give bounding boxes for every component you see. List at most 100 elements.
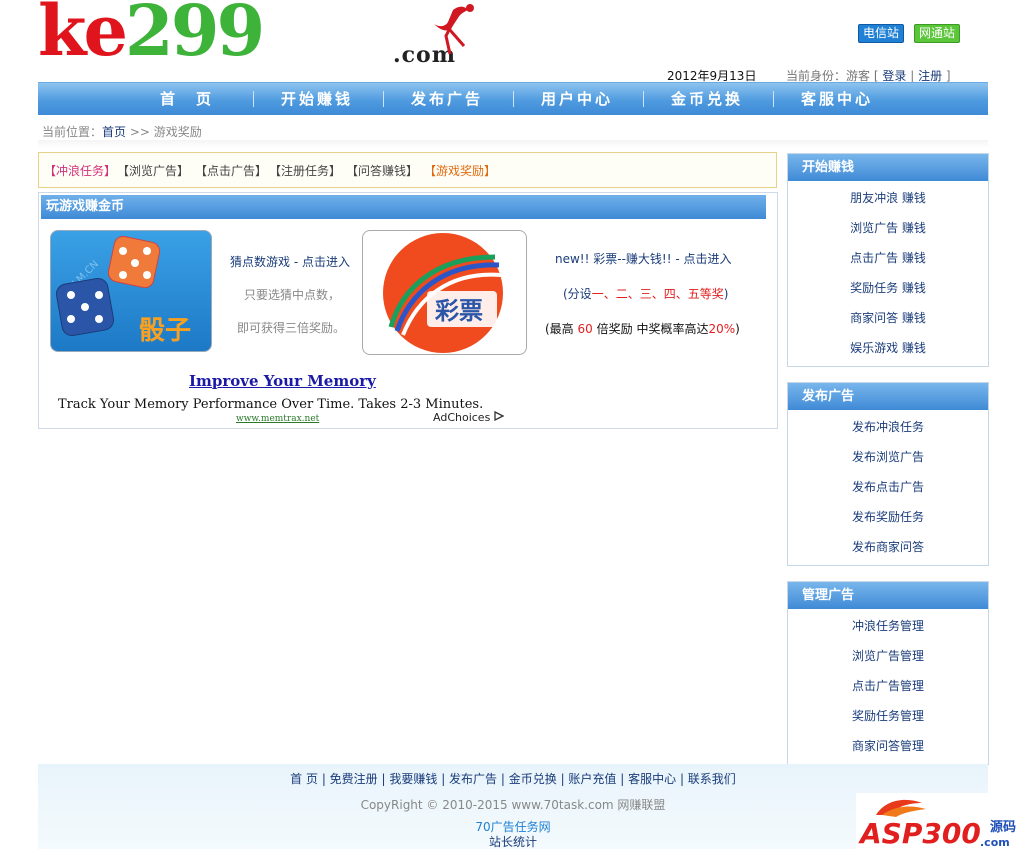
dice-icon: IMLM.CN 骰子	[55, 235, 191, 346]
footer-stats-link[interactable]: 站长统计	[38, 833, 988, 850]
main-nav: 首 页 开始赚钱 发布广告 用户中心 金币兑换 客服中心	[38, 82, 988, 115]
lottery-odds-text: 倍奖励 中奖概率高达	[596, 322, 709, 336]
breadcrumb-arrow: >>	[129, 125, 150, 139]
footer-link-service[interactable]: 客服中心	[628, 772, 676, 786]
task-links-bar: 【冲浪任务】 【浏览广告】 【点击广告】 【注册任务】 【问答赚钱】 【游戏奖励…	[38, 152, 777, 188]
nav-home[interactable]: 首 页	[122, 83, 252, 115]
task-surf-link[interactable]: 【冲浪任务】	[44, 162, 116, 179]
sidebar-manage-item[interactable]: 奖励任务管理	[788, 701, 988, 731]
nav-coin-exchange[interactable]: 金币兑换	[642, 83, 772, 115]
games-panel-title: 玩游戏赚金币	[41, 195, 766, 219]
task-game-reward-link[interactable]: 【游戏奖励】	[424, 162, 496, 179]
login-link[interactable]: 登录	[882, 69, 906, 83]
games-panel: 玩游戏赚金币 IMLM.CN 骰子 猜点数游戏 - 点击进入 只要选猜中点数， …	[38, 192, 778, 429]
breadcrumb-home-link[interactable]: 首页	[102, 125, 126, 139]
task-register-link[interactable]: 【注册任务】	[269, 162, 341, 179]
adchoices-icon	[494, 410, 505, 422]
lottery-game-link[interactable]: new!! 彩票--赚大钱!! - 点击进入	[555, 250, 731, 267]
lottery-game-image[interactable]: 彩票	[362, 230, 527, 355]
identity-bracket-close: ]	[945, 69, 951, 83]
footer-link-register[interactable]: 免费注册	[330, 772, 378, 786]
sidebar-manage-item[interactable]: 冲浪任务管理	[788, 611, 988, 641]
sidebar-earn-item[interactable]: 朋友冲浪 赚钱	[788, 183, 988, 213]
sidebar-manage-title: 管理广告	[788, 582, 988, 610]
adchoices-label: AdChoices	[433, 411, 491, 424]
footer-link-publish[interactable]: 发布广告	[449, 772, 497, 786]
sidebar-publish-title: 发布广告	[788, 383, 988, 411]
dice-game-desc-1: 只要选猜中点数，	[244, 288, 341, 302]
ad-title-link[interactable]: Improve Your Memory	[189, 372, 376, 390]
sidebar-earn-item[interactable]: 点击广告 赚钱	[788, 243, 988, 273]
sidebar-publish-item[interactable]: 发布冲浪任务	[788, 412, 988, 442]
sidebar-publish-item[interactable]: 发布浏览广告	[788, 442, 988, 472]
footer-link-exchange[interactable]: 金币兑换	[509, 772, 557, 786]
nav-user-center[interactable]: 用户中心	[512, 83, 642, 115]
footer-links: 首 页 | 免费注册 | 我要赚钱 | 发布广告 | 金币兑换 | 账户充值 |…	[290, 772, 736, 786]
sidebar-earn-title: 开始赚钱	[788, 154, 988, 182]
identity-label: 当前身份：游客	[786, 69, 871, 83]
sidebar-publish-item[interactable]: 发布点击广告	[788, 472, 988, 502]
sidebar-earn-item[interactable]: 商家问答 赚钱	[788, 303, 988, 333]
sidebar-earn-item[interactable]: 奖励任务 赚钱	[788, 273, 988, 303]
lottery-odds-prefix: (最高	[545, 322, 574, 336]
dice-logo-text: 骰子	[139, 316, 191, 346]
nav-customer-service[interactable]: 客服中心	[772, 83, 902, 115]
logo-part-299: 299	[125, 0, 265, 72]
lottery-odds-close: )	[735, 322, 740, 336]
sidebar-manage-item[interactable]: 点击广告管理	[788, 671, 988, 701]
lottery-logo-text: 彩票	[434, 297, 483, 325]
lottery-odds: (最高 60 倍奖励 中奖概率高达20%)	[545, 320, 740, 337]
sidebar-manage-box: 管理广告 冲浪任务管理 浏览广告管理 点击广告管理 奖励任务管理 商家问答管理	[787, 581, 989, 765]
logo-wordmark: ke299	[38, 0, 265, 66]
dice-game-image[interactable]: IMLM.CN 骰子	[50, 230, 212, 352]
ad-description: Track Your Memory Performance Over Time.…	[58, 397, 488, 412]
sidebar-manage-item[interactable]: 商家问答管理	[788, 731, 988, 761]
watermark-flame-icon: ASP300 源码 .com	[856, 793, 1016, 850]
lottery-prizes-open: (分设	[563, 287, 592, 301]
dice-game-link[interactable]: 猜点数游戏 - 点击进入	[230, 253, 350, 270]
lottery-prizes: (分设一、二、三、四、五等奖)	[563, 285, 728, 302]
breadcrumb-divider	[38, 140, 988, 148]
lottery-prizes-close: )	[723, 287, 729, 301]
footer-link-home[interactable]: 首 页	[290, 772, 318, 786]
sidebar-manage-item[interactable]: 浏览广告管理	[788, 641, 988, 671]
identity-bracket-open: [	[873, 69, 879, 83]
breadcrumb-current: 游戏奖励	[153, 125, 202, 139]
footer-link-contact[interactable]: 联系我们	[688, 772, 736, 786]
telecom-site-button[interactable]: 电信站	[858, 24, 905, 43]
sidebar-publish-box: 发布广告 发布冲浪任务 发布浏览广告 发布点击广告 发布奖励任务 发布商家问答	[787, 382, 989, 566]
dice-game-desc-2: 即可获得三倍奖励。	[237, 321, 346, 335]
sidebar-earn-item[interactable]: 浏览广告 赚钱	[788, 213, 988, 243]
task-click-ads-link[interactable]: 【点击广告】	[195, 162, 267, 179]
ad-url-link[interactable]: www.memtrax.net	[236, 414, 319, 424]
page-footer: 首 页 | 免费注册 | 我要赚钱 | 发布广告 | 金币兑换 | 账户充值 |…	[38, 764, 988, 849]
task-browse-ads-link[interactable]: 【浏览广告】	[117, 162, 189, 179]
copyright-text: CopyRight © 2010-2015 www.70task.com 网赚联…	[360, 798, 666, 812]
lottery-odds-multiplier: 60	[577, 322, 593, 336]
sidebar-earn-box: 开始赚钱 朋友冲浪 赚钱 浏览广告 赚钱 点击广告 赚钱 奖励任务 赚钱 商家问…	[787, 153, 989, 367]
watermark-text-cn: 源码	[990, 819, 1016, 835]
adchoices-link[interactable]: AdChoices	[433, 410, 505, 424]
netcom-site-button[interactable]: 网通站	[914, 24, 961, 43]
sidebar-earn-item[interactable]: 娱乐游戏 赚钱	[788, 333, 988, 363]
asp300-watermark-logo: ASP300 源码 .com	[856, 793, 1016, 850]
site-logo[interactable]: ke299 .com	[38, 0, 498, 68]
logo-part-ke: ke	[38, 0, 128, 72]
lottery-prizes-list: 一、二、三、四、五等奖	[591, 287, 724, 301]
sidebar-publish-item[interactable]: 发布奖励任务	[788, 502, 988, 532]
lottery-odds-percent: 20%	[708, 322, 736, 336]
nav-publish-ads[interactable]: 发布广告	[382, 83, 512, 115]
nav-start-earning[interactable]: 开始赚钱	[252, 83, 382, 115]
footer-link-recharge[interactable]: 账户充值	[568, 772, 616, 786]
identity-separator: |	[910, 69, 915, 83]
lottery-logo-icon: 彩票	[383, 233, 503, 353]
breadcrumb-prefix: 当前位置：	[42, 125, 103, 139]
breadcrumb: 当前位置：首页 >> 游戏奖励	[42, 123, 202, 140]
register-link[interactable]: 注册	[918, 69, 942, 83]
watermark-text-com: .com	[980, 836, 1010, 849]
task-qa-link[interactable]: 【问答赚钱】	[346, 162, 418, 179]
sidebar-publish-item[interactable]: 发布商家问答	[788, 532, 988, 562]
footer-link-earn[interactable]: 我要赚钱	[389, 772, 437, 786]
dancer-figure-icon	[434, 4, 474, 55]
watermark-text-main: ASP300	[858, 817, 981, 849]
